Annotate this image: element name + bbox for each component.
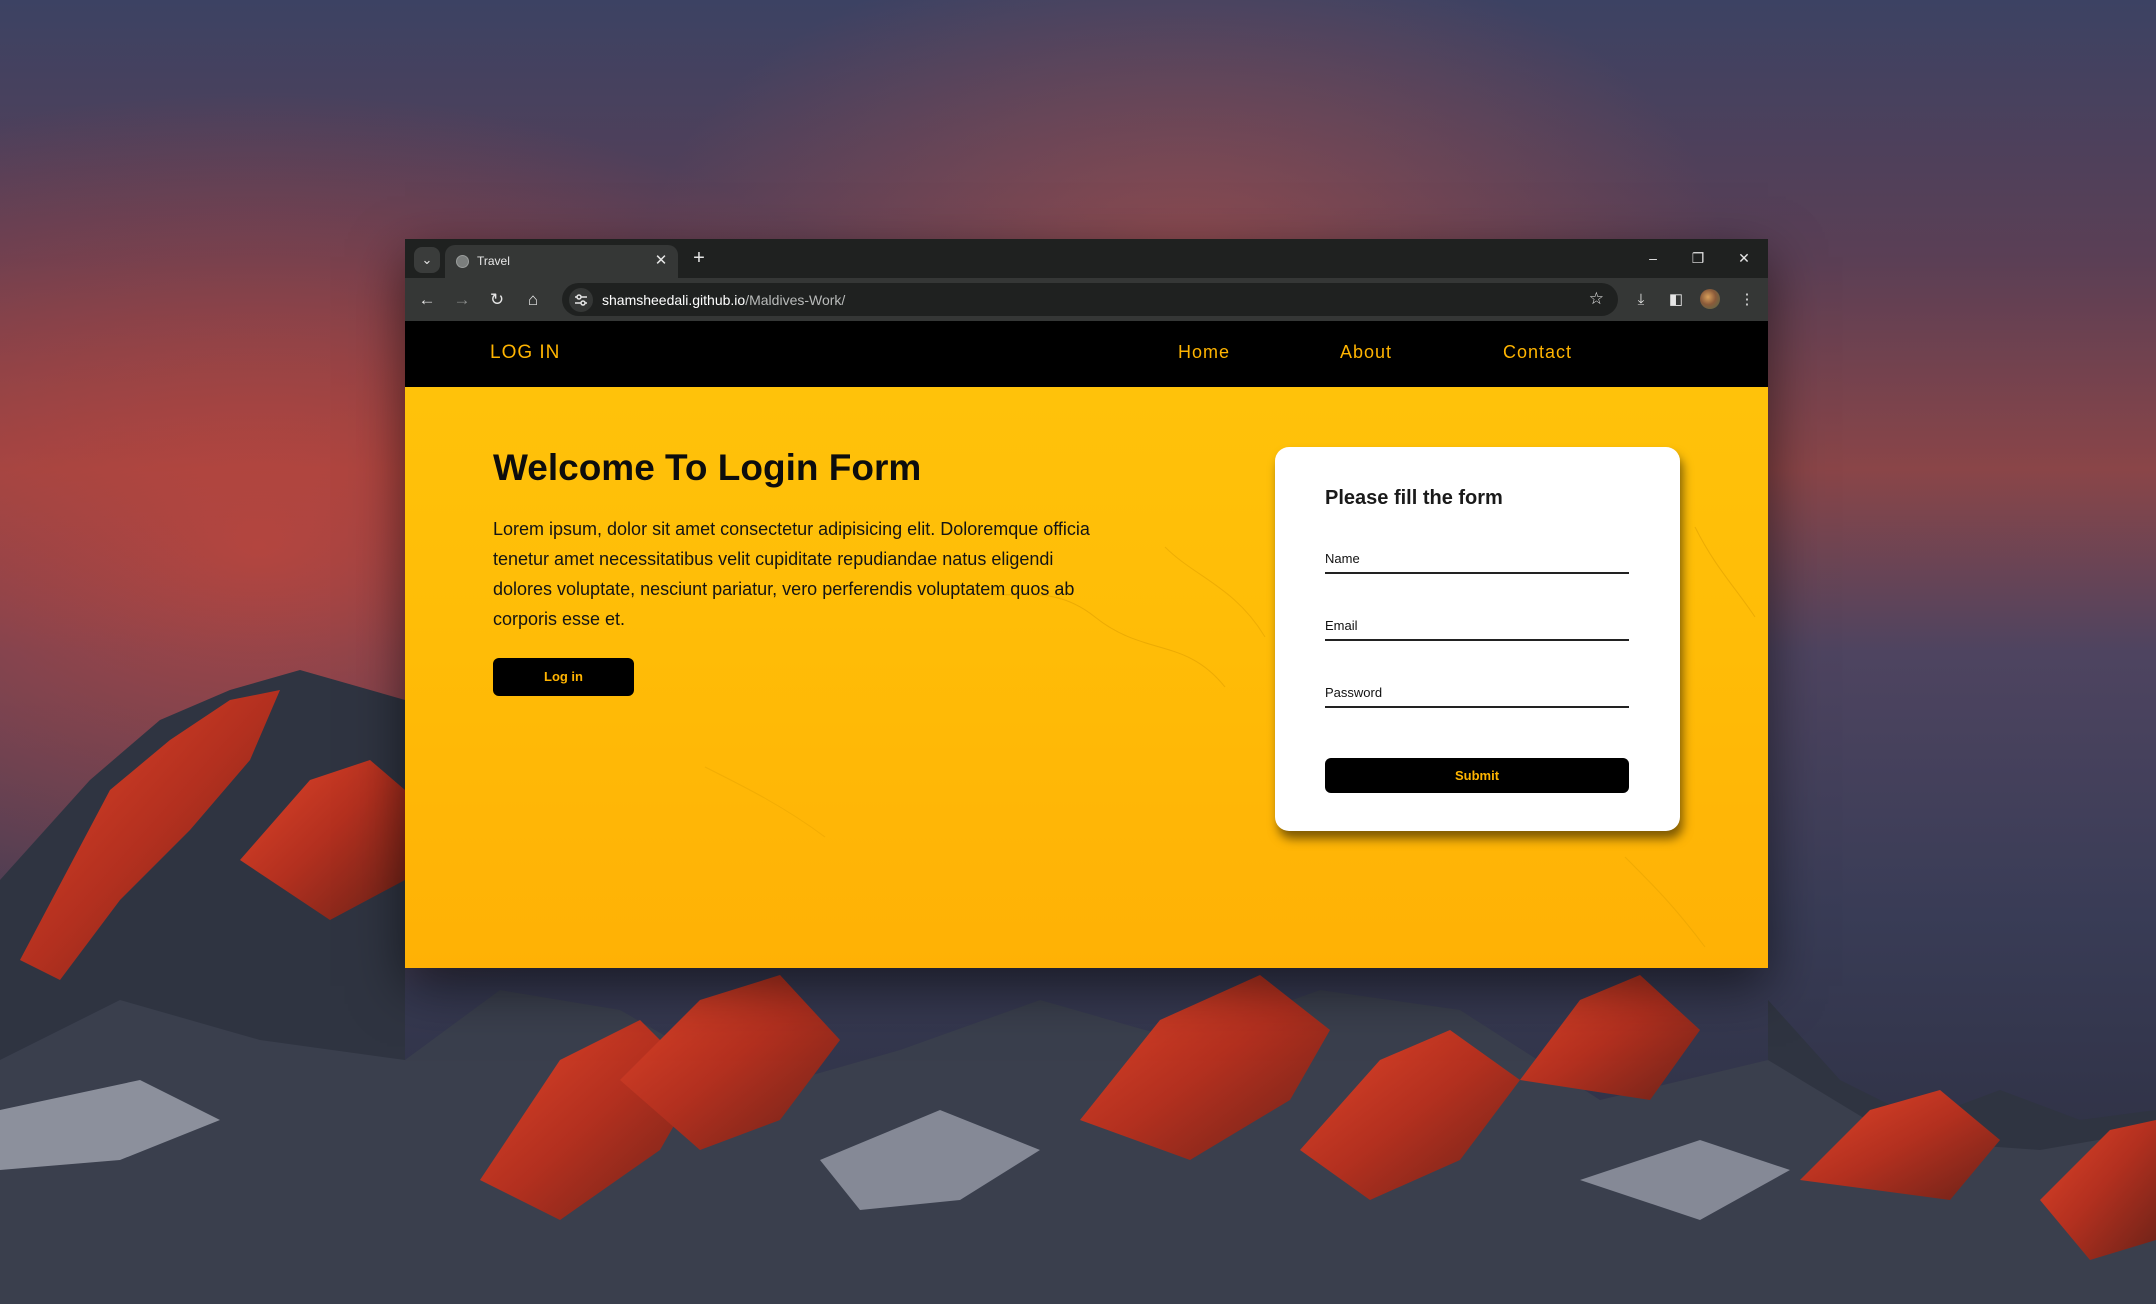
address-bar[interactable]: shamsheedali.github.io/Maldives-Work/ ☆ — [562, 283, 1618, 316]
restore-icon[interactable]: ❐ — [1675, 243, 1721, 273]
minimize-icon[interactable]: – — [1630, 243, 1676, 273]
url-text[interactable]: shamsheedali.github.io/Maldives-Work/ — [602, 292, 845, 308]
forward-icon[interactable]: → — [448, 286, 476, 314]
profile-avatar[interactable] — [1700, 289, 1720, 309]
name-field[interactable]: Name — [1325, 542, 1629, 574]
url-host: shamsheedali.github.io — [602, 292, 746, 308]
nav-link-home[interactable]: Home — [1178, 342, 1230, 363]
tab-title: Travel — [477, 254, 510, 268]
close-tab-icon[interactable]: ✕ — [652, 252, 670, 270]
email-field-label: Email — [1325, 618, 1358, 633]
new-tab-icon[interactable]: + — [687, 247, 711, 271]
bookmark-star-icon[interactable]: ☆ — [1589, 289, 1604, 309]
nav-link-contact[interactable]: Contact — [1503, 342, 1572, 363]
login-form-card: Please fill the form Name Email Password… — [1275, 447, 1680, 831]
submit-button[interactable]: Submit — [1325, 758, 1629, 793]
form-title: Please fill the form — [1325, 487, 1503, 509]
download-icon[interactable]: ⤓ — [1627, 286, 1655, 314]
hero-description: Lorem ipsum, dolor sit amet consectetur … — [493, 519, 1090, 629]
more-menu-icon[interactable]: ⋮ — [1733, 286, 1761, 314]
close-window-icon[interactable]: ✕ — [1721, 243, 1767, 273]
globe-icon — [456, 255, 469, 268]
name-field-label: Name — [1325, 551, 1360, 566]
home-icon[interactable]: ⌂ — [519, 286, 547, 314]
url-path: /Maldives-Work/ — [745, 292, 846, 308]
reload-icon[interactable]: ↻ — [483, 286, 511, 314]
site-brand[interactable]: LOG IN — [490, 342, 560, 364]
site-navbar: LOG IN Home About Contact — [405, 321, 1768, 387]
tab-travel[interactable]: Travel ✕ — [445, 245, 678, 278]
browser-toolbar: ← → ↻ ⌂ shamsheedali.github.io/Maldives-… — [405, 278, 1768, 321]
hero-section: Welcome To Login Form Lorem ipsum, dolor… — [405, 387, 1768, 968]
email-field[interactable]: Email — [1325, 609, 1629, 641]
password-field[interactable]: Password — [1325, 676, 1629, 708]
login-button[interactable]: Log in — [493, 658, 634, 696]
password-field-label: Password — [1325, 685, 1383, 700]
side-panel-icon[interactable]: ◧ — [1662, 286, 1690, 314]
site-settings-icon[interactable] — [569, 288, 593, 312]
back-icon[interactable]: ← — [413, 286, 441, 314]
browser-window: ⌄ Travel ✕ + – ❐ ✕ ← → ↻ ⌂ shamsheedali.… — [405, 239, 1768, 968]
tab-strip: ⌄ Travel ✕ + – ❐ ✕ — [405, 239, 1768, 278]
page-viewport: LOG IN Home About Contact Welcome To Log… — [405, 321, 1768, 968]
hero-title: Welcome To Login Form — [493, 447, 922, 488]
nav-link-about[interactable]: About — [1340, 342, 1392, 363]
tab-search-button[interactable]: ⌄ — [414, 247, 440, 273]
